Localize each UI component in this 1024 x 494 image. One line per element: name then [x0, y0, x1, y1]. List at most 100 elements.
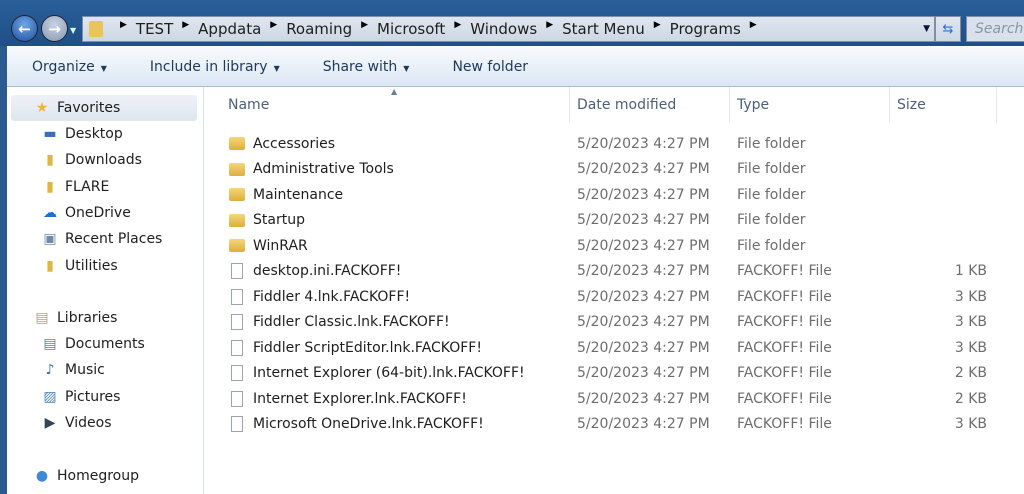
- breadcrumb-item[interactable]: Microsoft: [377, 20, 445, 38]
- refresh-icon: ⇆: [942, 21, 954, 37]
- file-row[interactable]: WinRAR 5/20/2023 4:27 PM File folder: [205, 233, 1024, 258]
- breadcrumb-arrow-icon[interactable]: ▶: [120, 20, 127, 38]
- nav-item[interactable]: ♪ Music: [41, 362, 105, 378]
- file-icon: [231, 314, 243, 330]
- column-header-name[interactable]: Name: [205, 87, 570, 123]
- nav-label: Libraries: [57, 310, 118, 326]
- folder-icon: [229, 162, 245, 176]
- breadcrumb-arrow-icon[interactable]: ▶: [654, 20, 661, 38]
- nav-item[interactable]: ▣ Recent Places: [41, 231, 162, 247]
- forward-button[interactable]: →: [41, 15, 68, 42]
- breadcrumb-item[interactable]: Start Menu: [562, 20, 645, 38]
- refresh-button[interactable]: ⇆: [935, 16, 961, 42]
- nav-item[interactable]: ▮ FLARE: [41, 179, 109, 195]
- file-type: FACKOFF! File: [737, 365, 832, 381]
- nav-label: Homegroup: [57, 468, 140, 484]
- address-history-dropdown[interactable]: ▼: [923, 24, 930, 34]
- organize-button[interactable]: Organize ▼: [7, 59, 125, 75]
- arrow-left-icon: ←: [18, 19, 31, 38]
- documents-icon: ▤: [43, 336, 57, 352]
- share-label: Share with: [322, 58, 398, 75]
- file-date: 5/20/2023 4:27 PM: [577, 339, 710, 356]
- search-input[interactable]: Search Programs: [966, 16, 1024, 42]
- nav-label: FLARE: [65, 178, 110, 195]
- nav-item[interactable]: ☁ OneDrive: [41, 205, 131, 221]
- file-row[interactable]: Internet Explorer (64-bit).lnk.FACKOFF! …: [205, 361, 1024, 386]
- nav-homegroup[interactable]: ● Homegroup: [33, 468, 139, 484]
- nav-favorites[interactable]: ★ Favorites: [33, 100, 121, 116]
- nav-libraries[interactable]: ▤ Libraries: [33, 310, 117, 326]
- breadcrumb-arrow-icon[interactable]: ▶: [182, 20, 189, 38]
- file-row[interactable]: Administrative Tools 5/20/2023 4:27 PM F…: [205, 157, 1024, 182]
- recent-pages-dropdown[interactable]: ▼: [70, 26, 76, 35]
- nav-item[interactable]: ▮ Downloads: [41, 152, 142, 168]
- organize-label: Organize: [32, 58, 95, 75]
- file-row[interactable]: Microsoft OneDrive.lnk.FACKOFF! 5/20/202…: [205, 412, 1024, 437]
- back-button[interactable]: ←: [11, 15, 38, 42]
- file-row[interactable]: Fiddler ScriptEditor.lnk.FACKOFF! 5/20/2…: [205, 335, 1024, 360]
- file-row[interactable]: Accessories 5/20/2023 4:27 PM File folde…: [205, 131, 1024, 156]
- file-name: Maintenance: [253, 186, 344, 203]
- file-date: 5/20/2023 4:27 PM: [577, 212, 710, 228]
- file-name: Fiddler ScriptEditor.lnk.FACKOFF!: [253, 339, 482, 356]
- breadcrumb-arrow-icon[interactable]: ▶: [546, 20, 553, 38]
- breadcrumb-arrow-icon[interactable]: ▶: [750, 20, 757, 38]
- file-row[interactable]: Fiddler Classic.lnk.FACKOFF! 5/20/2023 4…: [205, 310, 1024, 335]
- file-row[interactable]: Fiddler 4.lnk.FACKOFF! 5/20/2023 4:27 PM…: [205, 284, 1024, 309]
- file-row[interactable]: Maintenance 5/20/2023 4:27 PM File folde…: [205, 182, 1024, 207]
- file-row[interactable]: Internet Explorer.lnk.FACKOFF! 5/20/2023…: [205, 386, 1024, 411]
- star-icon: ★: [35, 100, 49, 116]
- file-date: 5/20/2023 4:27 PM: [577, 288, 710, 305]
- breadcrumb-item[interactable]: Programs: [670, 20, 741, 38]
- file-date: 5/20/2023 4:27 PM: [577, 365, 710, 381]
- file-row[interactable]: Startup 5/20/2023 4:27 PM File folder: [205, 208, 1024, 233]
- breadcrumb-arrow-icon[interactable]: ▶: [270, 20, 277, 38]
- folder-icon: [229, 239, 245, 252]
- file-icon: [231, 365, 243, 381]
- nav-label: Videos: [65, 414, 112, 431]
- file-type: FACKOFF! File: [737, 288, 832, 305]
- file-name: WinRAR: [253, 237, 308, 254]
- file-list: ▲ Name Date modified Type Size Accessori…: [205, 87, 1024, 494]
- breadcrumb-item[interactable]: TEST: [136, 20, 173, 38]
- file-icon: [231, 390, 243, 407]
- window-border: [0, 46, 7, 494]
- file-type: FACKOFF! File: [737, 390, 832, 407]
- file-name: Internet Explorer.lnk.FACKOFF!: [253, 390, 467, 407]
- breadcrumb-arrow-icon[interactable]: ▶: [454, 20, 461, 38]
- nav-item[interactable]: ▶ Videos: [41, 415, 112, 431]
- nav-label: Desktop: [65, 126, 123, 142]
- nav-item[interactable]: ▤ Documents: [41, 336, 144, 352]
- nav-label: Recent Places: [65, 231, 163, 248]
- homegroup-icon: ●: [35, 468, 49, 484]
- breadcrumb-item[interactable]: Appdata: [198, 20, 261, 38]
- column-header-size[interactable]: Size: [890, 87, 997, 123]
- breadcrumb-item[interactable]: Windows: [470, 20, 537, 38]
- column-header-date[interactable]: Date modified: [570, 87, 730, 123]
- libraries-icon: ▤: [35, 310, 49, 326]
- file-type: File folder: [737, 212, 806, 228]
- file-type: File folder: [737, 161, 806, 177]
- caret-down-icon: ▼: [273, 63, 280, 73]
- nav-item[interactable]: ▬ Desktop: [41, 126, 123, 142]
- file-size: 3 KB: [954, 288, 987, 305]
- share-with-button[interactable]: Share with ▼: [298, 59, 428, 75]
- new-folder-button[interactable]: New folder: [427, 59, 546, 75]
- pictures-icon: ▨: [43, 388, 57, 405]
- file-name: Internet Explorer (64-bit).lnk.FACKOFF!: [253, 365, 525, 381]
- caret-down-icon: ▼: [403, 63, 410, 73]
- breadcrumb-arrow-icon[interactable]: ▶: [361, 20, 368, 38]
- file-type: File folder: [737, 135, 806, 152]
- breadcrumb-item[interactable]: Roaming: [286, 20, 352, 38]
- file-date: 5/20/2023 4:27 PM: [577, 237, 710, 254]
- caret-down-icon: ▼: [100, 63, 107, 73]
- nav-item[interactable]: ▨ Pictures: [41, 389, 120, 405]
- command-bar: Organize ▼ Include in library ▼ Share with…: [7, 46, 1024, 87]
- file-row[interactable]: desktop.ini.FACKOFF! 5/20/2023 4:27 PM F…: [205, 259, 1024, 284]
- file-size: 2 KB: [954, 365, 987, 381]
- address-bar[interactable]: ▶ TEST ▶ Appdata ▶ Roaming ▶ Microsoft ▶ Windows ▶…: [82, 16, 935, 42]
- nav-item[interactable]: ▮ Utilities: [41, 258, 118, 274]
- column-header-type[interactable]: Type: [730, 87, 890, 123]
- include-in-library-button[interactable]: Include in library ▼: [125, 59, 298, 75]
- nav-label: Downloads: [65, 152, 142, 169]
